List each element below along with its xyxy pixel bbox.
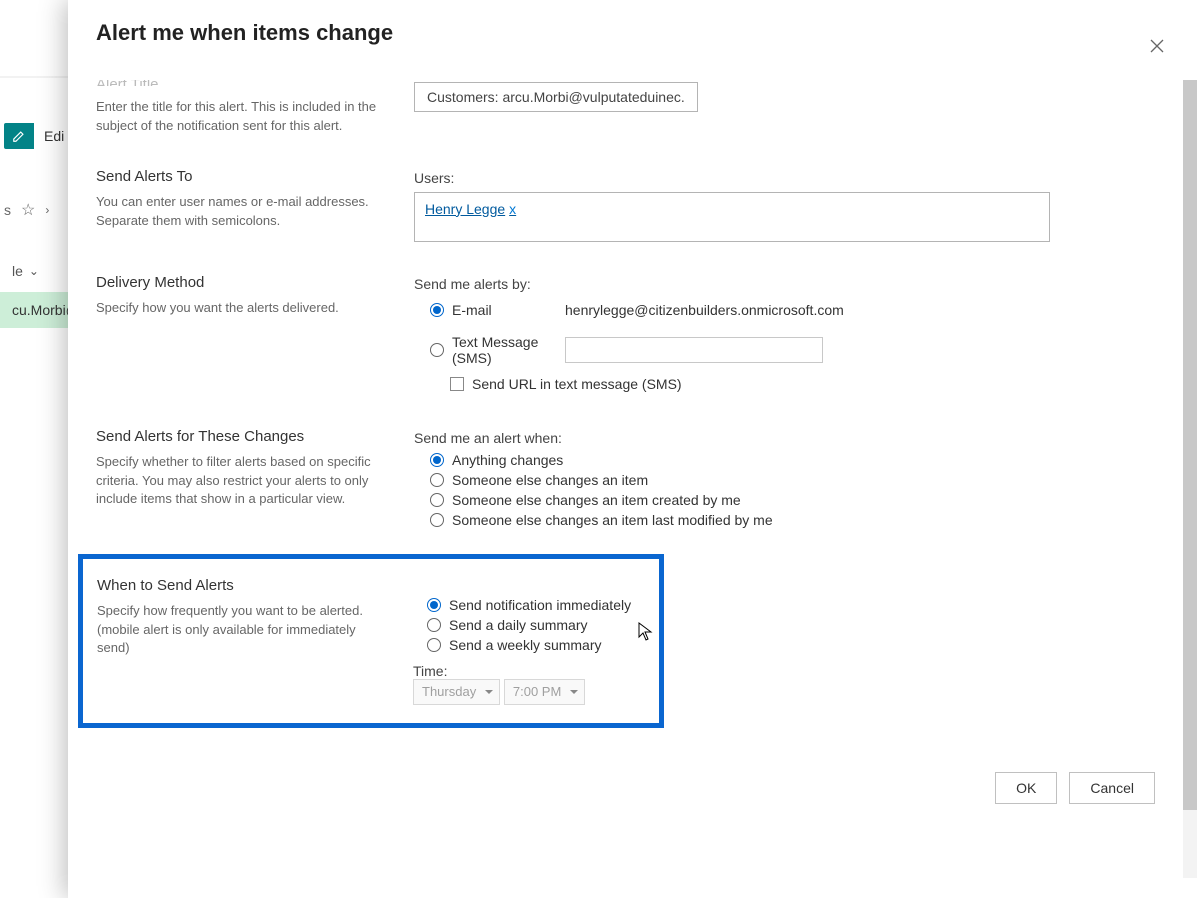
when-weekly-label: Send a weekly summary xyxy=(449,637,602,653)
section-desc-changes: Specify whether to filter alerts based o… xyxy=(96,453,398,510)
close-button[interactable] xyxy=(1141,30,1173,62)
remove-user-icon[interactable]: x xyxy=(509,201,516,217)
users-label: Users: xyxy=(414,170,1171,186)
send-url-label: Send URL in text message (SMS) xyxy=(472,376,682,392)
breadcrumb-fragment: s xyxy=(4,202,11,218)
dialog-footer: OK Cancel xyxy=(995,772,1155,804)
hour-select[interactable]: 7:00 PM xyxy=(504,679,585,705)
change-opt-else-radio[interactable] xyxy=(430,473,444,487)
ok-button[interactable]: OK xyxy=(995,772,1057,804)
change-opt-anything-radio[interactable] xyxy=(430,453,444,467)
when-immediate-radio[interactable] xyxy=(427,598,441,612)
highlight-box: When to Send Alerts Specify how frequent… xyxy=(78,554,664,728)
when-daily-radio[interactable] xyxy=(427,618,441,632)
cancel-button[interactable]: Cancel xyxy=(1069,772,1155,804)
pencil-icon xyxy=(12,129,26,143)
day-select[interactable]: Thursday xyxy=(413,679,500,705)
time-label: Time: xyxy=(413,663,447,679)
change-opt-created-label: Someone else changes an item created by … xyxy=(452,492,741,508)
edit-button[interactable] xyxy=(4,123,34,149)
change-opt-modified-radio[interactable] xyxy=(430,513,444,527)
section-desc-when: Specify how frequently you want to be al… xyxy=(97,602,377,659)
sms-number-input[interactable] xyxy=(565,337,823,363)
section-heading-alert-title: Alert Title xyxy=(96,80,398,86)
chevron-down-icon[interactable]: ⌄ xyxy=(29,264,39,278)
send-url-checkbox[interactable] xyxy=(450,377,464,391)
email-address-value: henrylegge@citizenbuilders.onmicrosoft.c… xyxy=(565,302,1171,318)
section-heading-delivery: Delivery Method xyxy=(96,274,398,291)
dialog-header: Alert me when items change xyxy=(68,0,1199,56)
user-chip[interactable]: Henry Legge x xyxy=(425,201,516,217)
when-daily-label: Send a daily summary xyxy=(449,617,588,633)
when-weekly-radio[interactable] xyxy=(427,638,441,652)
dialog-body: Alert Title Enter the title for this ale… xyxy=(68,80,1187,878)
chevron-right-icon: › xyxy=(45,203,49,217)
change-opt-modified-label: Someone else changes an item last modifi… xyxy=(452,512,773,528)
section-heading-send-to: Send Alerts To xyxy=(96,168,398,185)
changes-legend: Send me an alert when: xyxy=(414,430,1171,446)
dialog-title: Alert me when items change xyxy=(96,20,1171,46)
close-icon xyxy=(1150,39,1164,53)
email-radio-label: E-mail xyxy=(452,302,492,318)
alert-title-input[interactable]: Customers: arcu.Morbi@vulputateduinec. xyxy=(414,82,698,112)
edit-button-label: Edi xyxy=(44,128,64,144)
change-opt-created-radio[interactable] xyxy=(430,493,444,507)
section-desc-delivery: Specify how you want the alerts delivere… xyxy=(96,299,398,318)
send-by-label: Send me alerts by: xyxy=(414,276,1171,292)
sms-radio[interactable] xyxy=(430,343,444,357)
sms-radio-label: Text Message (SMS) xyxy=(452,334,565,366)
email-radio[interactable] xyxy=(430,303,444,317)
change-opt-else-label: Someone else changes an item xyxy=(452,472,648,488)
section-heading-when: When to Send Alerts xyxy=(97,577,377,594)
when-immediate-label: Send notification immediately xyxy=(449,597,631,613)
section-heading-changes: Send Alerts for These Changes xyxy=(96,428,398,445)
alert-dialog: Alert me when items change Alert Title E… xyxy=(68,0,1199,898)
section-desc-send-to: You can enter user names or e-mail addre… xyxy=(96,193,398,231)
star-icon[interactable]: ☆ xyxy=(21,200,35,220)
change-opt-anything-label: Anything changes xyxy=(452,452,563,468)
user-chip-name: Henry Legge xyxy=(425,201,505,217)
column-left-fragment: le xyxy=(12,263,23,279)
section-desc-alert-title: Enter the title for this alert. This is … xyxy=(96,98,398,136)
background-breadcrumb: s ☆ › xyxy=(0,195,49,225)
users-input[interactable]: Henry Legge x xyxy=(414,192,1050,242)
